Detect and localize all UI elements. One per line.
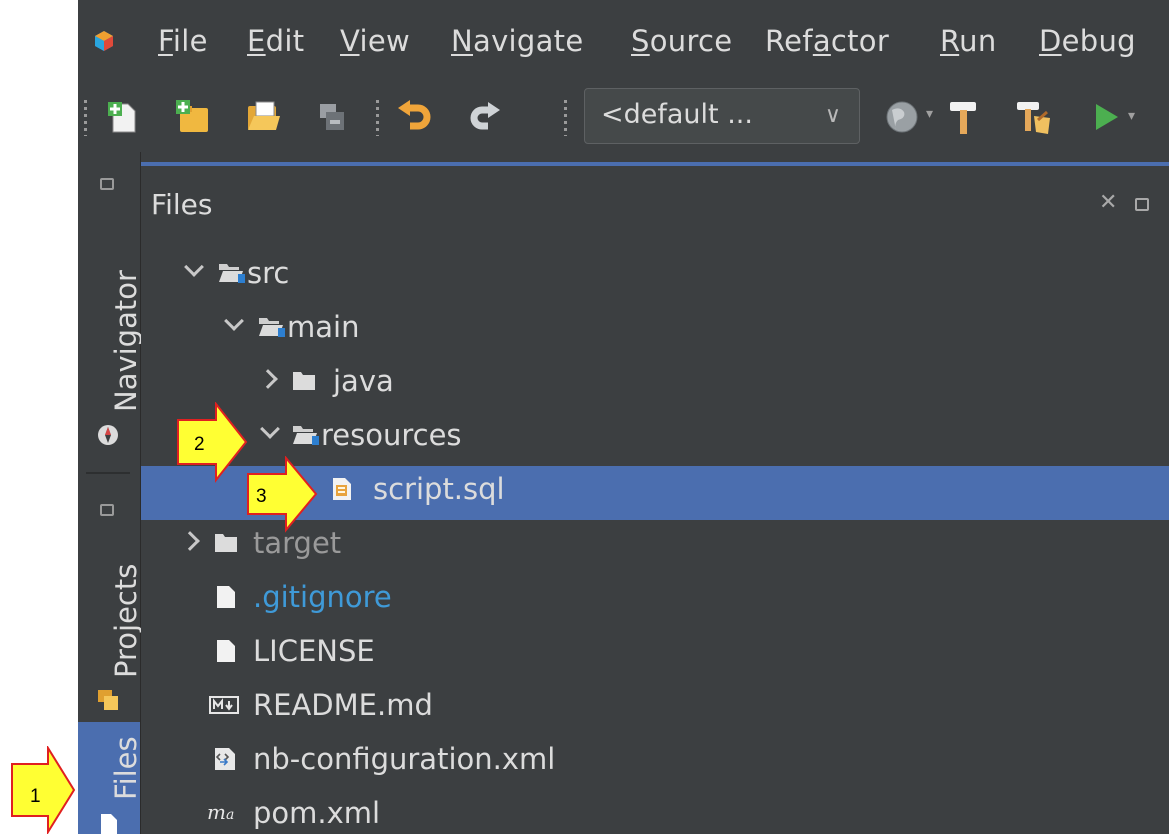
menu-source[interactable]: Source [631, 24, 732, 58]
tab-projects-label: Projects [109, 563, 143, 678]
collapse-arrow-icon[interactable] [180, 531, 200, 551]
tree-item-nb-configuration[interactable]: nb-configuration.xml [141, 736, 1169, 790]
tree-item-label: .gitignore [253, 580, 392, 614]
tree-item-src[interactable]: src [141, 250, 1169, 304]
tab-files[interactable]: Files [78, 722, 143, 834]
callout-number-1: 1 [30, 786, 41, 807]
collapse-arrow-icon[interactable] [258, 369, 278, 389]
netbeans-logo-icon [95, 31, 113, 51]
tree-item-readme[interactable]: README.md [141, 682, 1169, 736]
globe-icon[interactable] [884, 98, 922, 136]
sql-file-icon [333, 478, 351, 500]
menu-edit[interactable]: Edit [247, 24, 304, 58]
clean-build-icon[interactable] [1014, 98, 1052, 136]
toolbar-grip-2[interactable] [376, 100, 379, 136]
folder-icon [215, 534, 237, 552]
callout-arrow-2: 2 [177, 402, 248, 483]
tree-item-main[interactable]: main [141, 304, 1169, 358]
tree-item-java[interactable]: java [141, 358, 1169, 412]
toolbar: <default ... ∨ ▾ ▾ [78, 84, 1169, 152]
configuration-value: <default ... [601, 99, 753, 130]
close-project-icon[interactable] [314, 98, 352, 136]
tab-navigator[interactable]: Navigator [78, 218, 143, 458]
compass-icon [98, 425, 118, 445]
callout-arrow-1: 1 [11, 746, 76, 834]
panel-title: Files [151, 188, 213, 221]
source-folder-open-icon [219, 264, 245, 283]
left-sidebar: Navigator Projects Files [78, 152, 143, 834]
restore-projects-icon[interactable] [100, 504, 114, 516]
file-icon [217, 586, 235, 608]
tree-item-label: pom.xml [253, 796, 381, 830]
folder-icon [293, 372, 315, 390]
menu-refactor[interactable]: Refactor [765, 24, 889, 58]
expand-arrow-icon[interactable] [184, 257, 204, 277]
sidebar-divider [86, 472, 130, 474]
source-folder-open-icon [293, 426, 319, 445]
run-dropdown-icon[interactable]: ▾ [1128, 108, 1135, 124]
tree-item-label: src [247, 256, 290, 290]
chevron-down-icon: ∨ [824, 103, 841, 128]
toolbar-grip-3[interactable] [564, 100, 567, 136]
run-icon[interactable] [1088, 98, 1126, 136]
tree-item-label: nb-configuration.xml [253, 742, 556, 776]
tree-item-label: script.sql [373, 472, 505, 506]
new-file-icon[interactable] [104, 98, 142, 136]
new-project-icon[interactable] [174, 98, 212, 136]
restore-navigator-icon[interactable] [100, 178, 114, 190]
undo-icon[interactable] [396, 98, 434, 136]
globe-dropdown-icon[interactable]: ▾ [926, 106, 933, 122]
menu-debug[interactable]: Debug [1039, 24, 1136, 58]
restore-window-icon[interactable] [1135, 198, 1149, 211]
menu-run[interactable]: Run [940, 24, 997, 58]
tree-item-gitignore[interactable]: .gitignore [141, 574, 1169, 628]
projects-icon [98, 690, 118, 710]
expand-arrow-icon[interactable] [224, 311, 244, 331]
menu-bar: File Edit View Navigate Source Refactor … [78, 0, 1169, 84]
tab-navigator-label: Navigator [109, 270, 143, 412]
tree-item-label: README.md [253, 688, 433, 722]
markdown-file-icon [209, 696, 239, 714]
source-folder-open-icon [259, 318, 285, 337]
tree-item-label: resources [321, 418, 462, 452]
maven-file-icon: ma [207, 800, 235, 824]
close-icon[interactable]: ✕ [1099, 190, 1117, 215]
file-icon [217, 640, 235, 662]
redo-icon[interactable] [466, 98, 504, 136]
open-project-icon[interactable] [244, 98, 282, 136]
tree-item-label: main [287, 310, 360, 344]
menu-navigate[interactable]: Navigate [451, 24, 583, 58]
tab-projects[interactable]: Projects [78, 538, 143, 720]
configuration-select[interactable]: <default ... ∨ [584, 88, 860, 144]
build-icon[interactable] [944, 98, 982, 136]
menu-view[interactable]: View [340, 24, 410, 58]
callout-number-3: 3 [256, 486, 267, 507]
callout-number-2: 2 [194, 434, 205, 455]
tree-item-label: java [333, 364, 394, 398]
files-icon [101, 814, 117, 834]
toolbar-grip[interactable] [84, 100, 87, 136]
tree-item-label: LICENSE [253, 634, 375, 668]
expand-arrow-icon[interactable] [260, 419, 280, 439]
tree-item-pom[interactable]: ma pom.xml [141, 790, 1169, 834]
xml-file-icon [215, 748, 235, 770]
menu-file[interactable]: File [158, 24, 208, 58]
callout-arrow-3: 3 [247, 456, 318, 533]
tab-files-label: Files [109, 736, 143, 800]
tree-item-license[interactable]: LICENSE [141, 628, 1169, 682]
